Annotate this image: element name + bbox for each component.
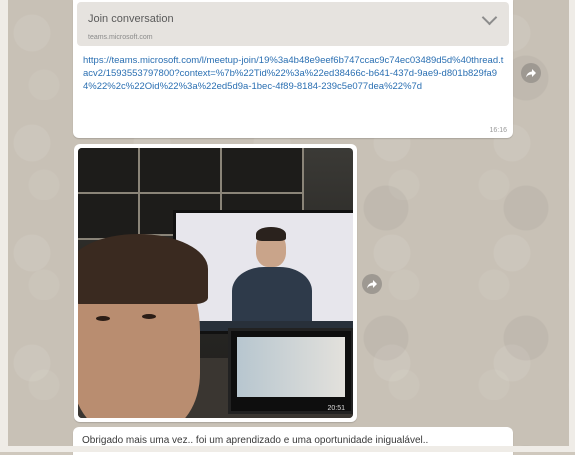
frame-left [0,0,8,452]
image-timestamp: 20:51 [327,405,345,412]
forward-button[interactable] [362,274,382,294]
link-preview-card[interactable]: Join conversation teams.microsoft.com [77,2,509,46]
link-preview-title: Join conversation [88,13,174,25]
forward-arrow-icon [526,69,536,78]
meeting-link[interactable]: https://teams.microsoft.com/l/meetup-joi… [83,54,505,93]
link-preview-domain: teams.microsoft.com [88,34,153,41]
chevron-down-icon[interactable] [481,9,498,26]
frame-bottom [0,446,575,452]
link-message-bubble[interactable]: Join conversation teams.microsoft.com ht… [73,0,513,138]
forward-button[interactable] [521,63,541,83]
shared-photo[interactable]: 20:51 [78,148,353,418]
image-message-bubble[interactable]: 20:51 [74,144,357,422]
message-text: Obrigado mais uma vez.. foi um aprendiza… [82,435,429,446]
message-timestamp: 16:16 [489,127,507,134]
frame-right [569,0,575,452]
forward-arrow-icon [367,280,377,289]
secondary-monitor [228,328,353,414]
